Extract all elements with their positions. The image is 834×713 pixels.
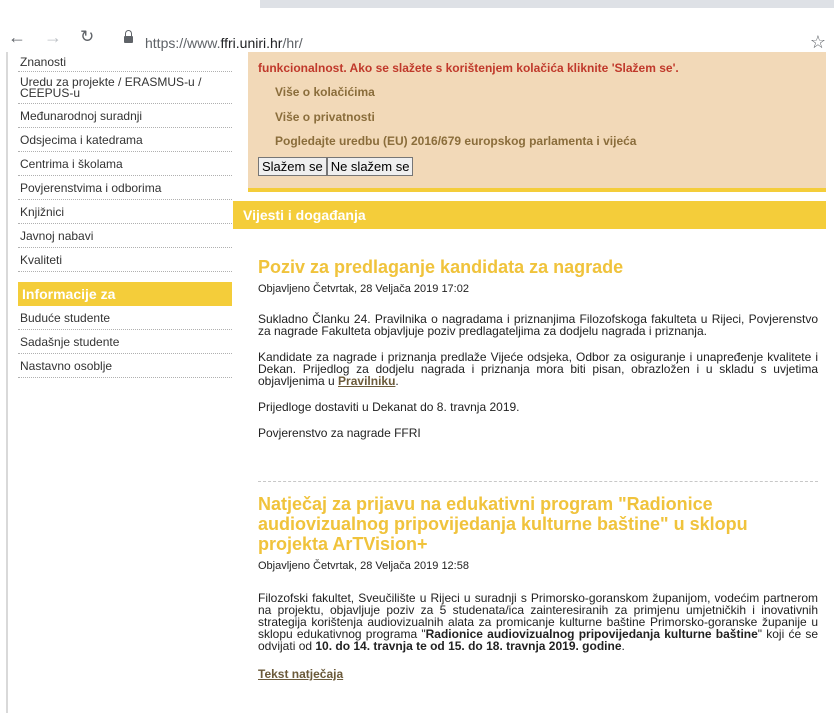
sidebar-item-kvaliteta[interactable]: Kvaliteti [18, 248, 232, 272]
news-heading: Vijesti i događanja [243, 207, 366, 223]
news-section-header: Vijesti i događanja [233, 201, 826, 229]
page-edge-rule [6, 52, 8, 713]
address-bar[interactable]: https://www.ffri.uniri.hr/hr/ [145, 35, 303, 51]
sidebar-item-znanosti[interactable]: Znanosti [18, 52, 232, 72]
sidebar-item-knjiznica[interactable]: Knjižnici [18, 200, 232, 224]
reload-icon[interactable]: ↻ [80, 27, 94, 47]
cookie-warning-text: funkcionalnost. Ako se slažete s korište… [258, 61, 679, 75]
sidebar-item-centri[interactable]: Centrima i školama [18, 152, 232, 176]
article-paragraph: Sukladno Članku 24. Pravilnika o nagrada… [258, 312, 818, 338]
forward-arrow-icon[interactable]: → [44, 27, 62, 47]
article-awards-call: Poziv za predlaganje kandidata za nagrad… [258, 257, 818, 439]
page-content: Znanosti Uredu za projekte / ERASMUS-u /… [0, 52, 834, 713]
sidebar-item-odsjeci[interactable]: Odsjecima i katedrama [18, 128, 232, 152]
tab-strip [260, 0, 834, 8]
article-paragraph: Prijedloge dostaviti u Dekanat do 8. tra… [258, 400, 520, 414]
program-dates: 10. do 14. travnja te od 15. do 18. trav… [315, 639, 622, 653]
article-date: Objavljeno Četvrtak, 28 Veljača 2019 12:… [258, 560, 469, 572]
url-host: ffri.uniri.hr [220, 35, 283, 51]
sidebar-item-javna-nabava[interactable]: Javnoj nabavi [18, 224, 232, 248]
article-artvision: Natječaj za prijavu na edukativni progra… [258, 494, 818, 680]
article-title[interactable]: Natječaj za prijavu na edukativni progra… [258, 494, 818, 554]
decline-cookies-button[interactable]: Ne slažem se [326, 157, 414, 176]
sidebar-item-buduci-studenti[interactable]: Buduće studente [18, 306, 232, 330]
cookie-notice: funkcionalnost. Ako se slažete s korište… [248, 52, 826, 192]
sidebar-item-nastavno-osoblje[interactable]: Nastavno osoblje [18, 354, 232, 378]
info-heading: Informacije za [18, 282, 232, 306]
cookie-buttons: Slažem se Ne slažem se [258, 157, 414, 176]
bookmark-star-icon[interactable]: ☆ [810, 32, 826, 53]
browser-toolbar: ← → ↻ https://www.ffri.uniri.hr/hr/ ☆ [0, 8, 834, 52]
tender-text-link[interactable]: Tekst natječaja [258, 667, 343, 681]
sidebar-item-sadasnji-studenti[interactable]: Sadašnje studente [18, 330, 232, 354]
sidebar-item-medjunarodna-suradnja[interactable]: Međunarodnoj suradnji [18, 104, 232, 128]
cookie-info-link[interactable]: Više o kolačićima [275, 85, 375, 99]
pravilnik-link[interactable]: Pravilniku [338, 374, 395, 388]
article-date: Objavljeno Četvrtak, 28 Veljača 2019 17:… [258, 283, 469, 295]
sidebar-item-povjerenstva[interactable]: Povjerenstvima i odborima [18, 176, 232, 200]
sidebar: Znanosti Uredu za projekte / ERASMUS-u /… [18, 52, 232, 378]
back-arrow-icon[interactable]: ← [8, 27, 26, 47]
regulation-link[interactable]: Pogledajte uredbu (EU) 2016/679 europsko… [275, 134, 636, 148]
article-divider [258, 481, 818, 482]
url-path: /hr/ [282, 35, 303, 51]
article-signature: Povjerenstvo za nagrade FFRI [258, 426, 421, 440]
privacy-info-link[interactable]: Više o privatnosti [275, 110, 375, 124]
accept-cookies-button[interactable]: Slažem se [258, 157, 327, 176]
sidebar-item-erasmus[interactable]: Uredu za projekte / ERASMUS-u / CEEPUS-u [18, 72, 232, 104]
paragraph-end: . [621, 639, 625, 653]
paragraph-end: . [395, 374, 399, 388]
article-paragraph: Filozofski fakultet, Sveučilište u Rijec… [258, 592, 818, 652]
article-paragraph: Kandidate za nagrade i priznanja predlaž… [258, 351, 818, 387]
lock-icon [124, 30, 133, 43]
article-link-row: Tekst natječaja [258, 668, 818, 680]
article-title[interactable]: Poziv za predlaganje kandidata za nagrad… [258, 257, 818, 277]
url-scheme: https://www. [145, 35, 221, 51]
